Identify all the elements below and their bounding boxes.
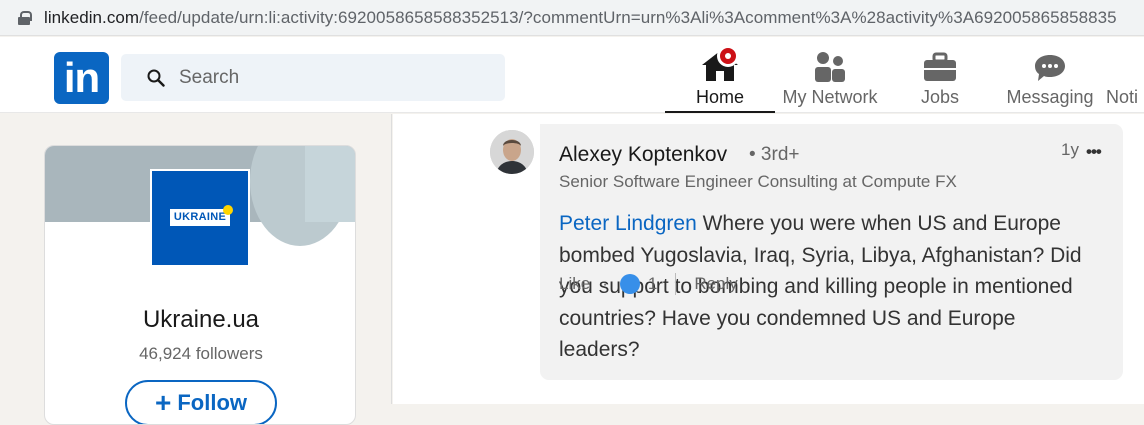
search-input[interactable] xyxy=(179,66,479,89)
nav-jobs[interactable]: Jobs xyxy=(895,45,985,113)
lock-icon xyxy=(18,10,32,25)
author-headline: Senior Software Engineer Consulting at C… xyxy=(559,172,957,191)
org-logo-dot xyxy=(223,205,233,215)
briefcase-icon xyxy=(923,45,957,83)
like-button[interactable]: Like xyxy=(559,274,590,294)
url-text[interactable]: linkedin.com/feed/update/urn:li:activity… xyxy=(44,8,1117,28)
nav-jobs-label: Jobs xyxy=(920,87,960,107)
nav-home[interactable]: Home xyxy=(665,45,775,113)
divider xyxy=(675,273,677,295)
network-icon xyxy=(813,45,847,83)
nav-notifications-label: Noti xyxy=(1106,87,1139,107)
notification-badge xyxy=(717,45,739,67)
left-sidebar: UKRAINE Ukraine.ua 46,924 followers + Fo… xyxy=(0,114,392,425)
nav-messaging[interactable]: Messaging xyxy=(1000,45,1100,113)
reaction-count[interactable]: 1 xyxy=(648,274,657,294)
browser-address-bar[interactable]: linkedin.com/feed/update/urn:li:activity… xyxy=(0,0,1144,36)
org-logo[interactable]: UKRAINE xyxy=(150,169,250,267)
connection-degree: • 3rd+ xyxy=(749,144,800,165)
comment-author[interactable]: Alexey Koptenkov xyxy=(559,143,727,167)
comment-timestamp: 1y xyxy=(1061,140,1079,159)
plus-icon: + xyxy=(154,387,172,418)
follow-button[interactable]: + Follow xyxy=(125,380,277,424)
follower-count: 46,924 followers xyxy=(139,344,263,363)
nav-my-network-label: My Network xyxy=(782,87,878,107)
comment-actions: Like · 1 Reply xyxy=(559,273,738,295)
more-options-icon[interactable]: ••• xyxy=(1086,142,1102,162)
reply-button[interactable]: Reply xyxy=(694,274,737,294)
separator: · xyxy=(602,274,608,293)
nav-my-network[interactable]: My Network xyxy=(780,45,880,113)
search-icon xyxy=(147,69,165,87)
avatar[interactable] xyxy=(490,130,534,174)
nav-notifications[interactable]: Noti xyxy=(1106,45,1144,113)
search-bar[interactable] xyxy=(121,54,505,101)
chat-icon xyxy=(1033,45,1067,83)
org-logo-wordmark: UKRAINE xyxy=(170,209,230,226)
comment-bubble: Alexey Koptenkov • 3rd+ Senior Software … xyxy=(540,124,1123,380)
top-nav: in Home My Network xyxy=(0,37,1144,113)
comment-thread: Alexey Koptenkov • 3rd+ Senior Software … xyxy=(393,114,1144,404)
linkedin-logo[interactable]: in xyxy=(54,52,109,104)
org-name[interactable]: Ukraine.ua xyxy=(45,306,355,334)
nav-home-label: Home xyxy=(695,87,744,107)
like-reaction-icon xyxy=(619,274,640,294)
follow-label: Follow xyxy=(177,390,247,415)
bell-icon xyxy=(1106,45,1144,83)
mention-link[interactable]: Peter Lindgren xyxy=(559,212,697,235)
org-card: UKRAINE Ukraine.ua 46,924 followers + Fo… xyxy=(44,145,356,425)
nav-messaging-label: Messaging xyxy=(1006,87,1094,107)
